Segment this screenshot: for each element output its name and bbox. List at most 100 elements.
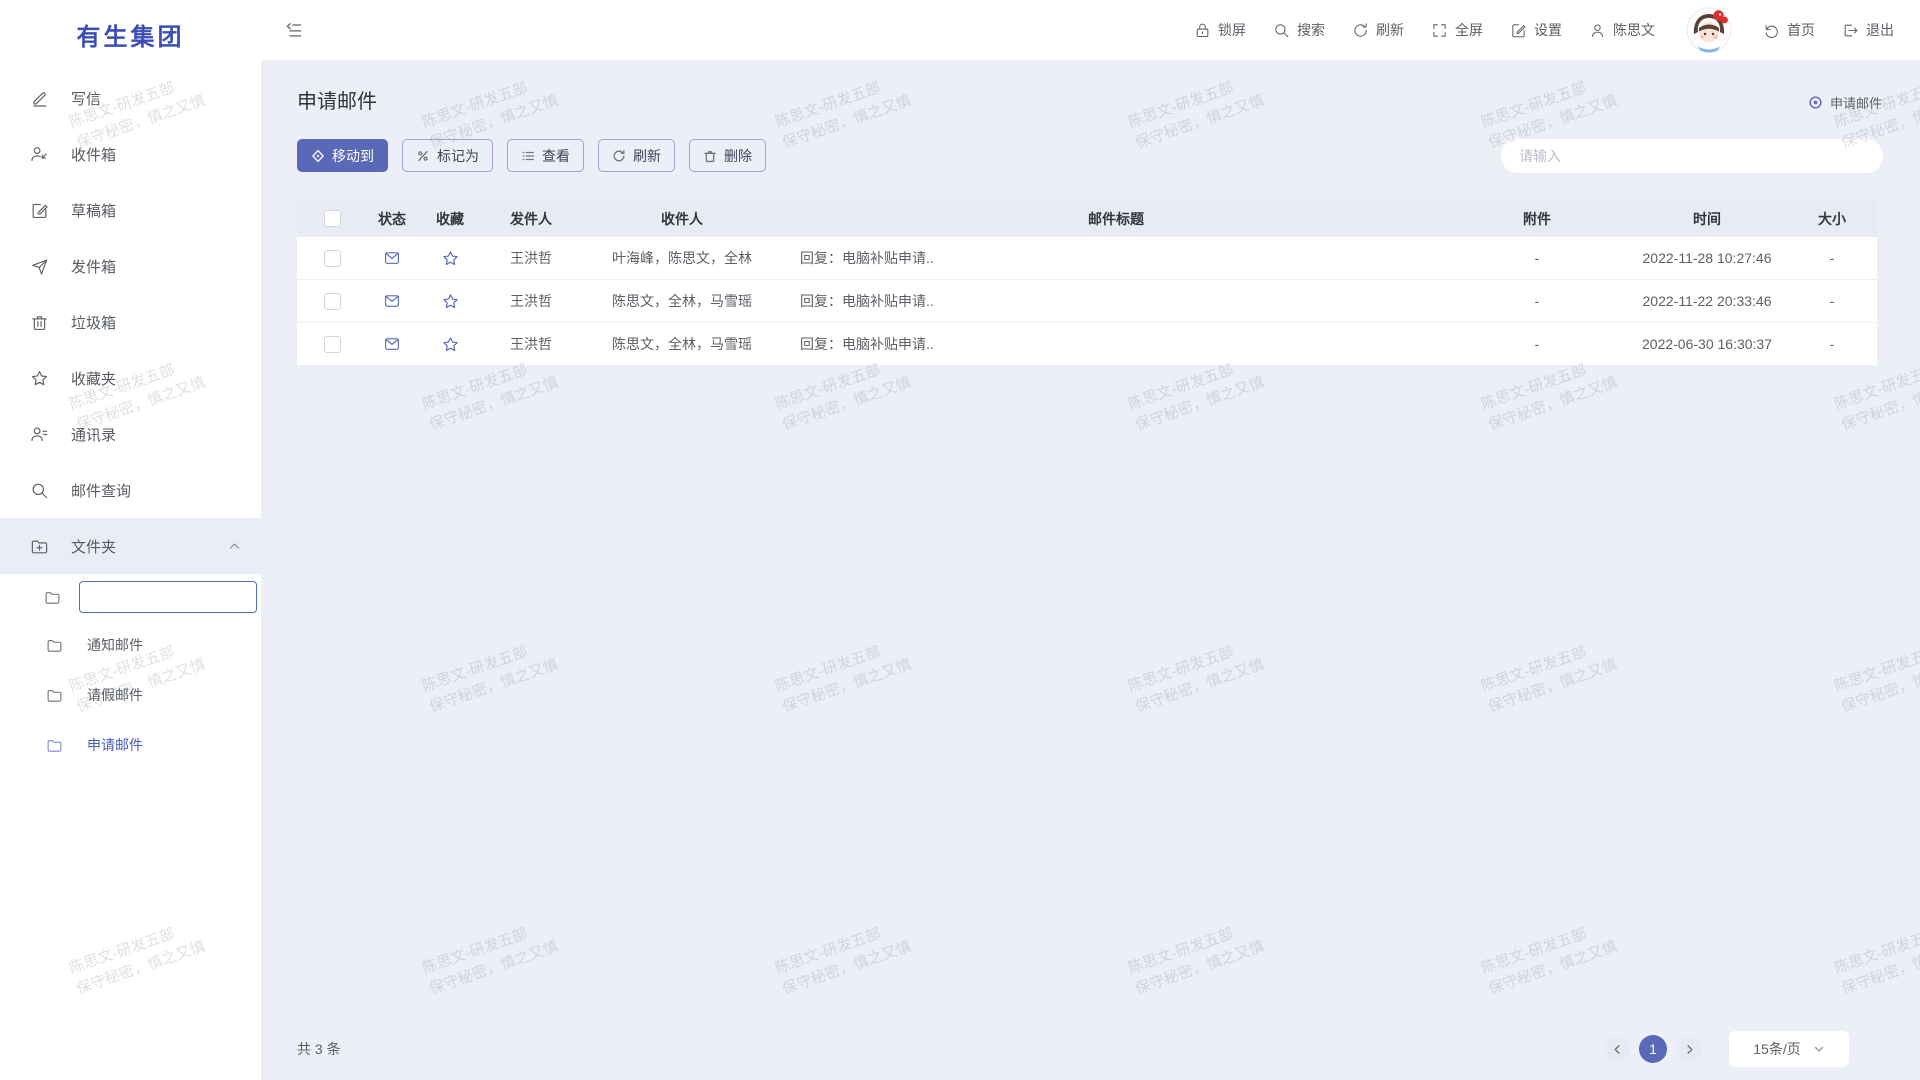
folder-icon <box>46 687 63 704</box>
topbar-actions: 锁屏 搜索 刷新 全屏 设置 陈思文 <box>1194 7 1920 53</box>
lock-screen-label: 锁屏 <box>1218 20 1246 40</box>
global-search-label: 搜索 <box>1297 20 1325 40</box>
current-user[interactable]: 陈思文 <box>1589 20 1655 40</box>
refresh-button[interactable]: 刷新 <box>1352 20 1404 40</box>
sidebar-nav: 写信 收件箱 草稿箱 发件箱 垃圾箱 收藏夹 <box>0 70 261 770</box>
table-header: 状态 收藏 发件人 收件人 邮件标题 附件 时间 大小 <box>297 200 1877 237</box>
settings-label: 设置 <box>1534 20 1562 40</box>
favorite-star-icon[interactable] <box>441 249 460 268</box>
page-size-select[interactable]: 15条/页 <box>1729 1031 1849 1067</box>
folder-icon <box>44 589 61 606</box>
search-icon <box>1273 22 1290 39</box>
breadcrumb: 申请邮件 <box>1808 93 1882 112</box>
cell-size: - <box>1787 250 1877 266</box>
sidebar-item-drafts[interactable]: 草稿箱 <box>0 182 261 238</box>
table-row[interactable]: 王洪哲 叶海峰，陈思文，全林 回复：电脑补贴申请.. - 2022-11-28 … <box>297 237 1877 280</box>
refresh-label: 刷新 <box>1376 20 1404 40</box>
sidebar-item-folders[interactable]: 文件夹 <box>0 518 261 574</box>
view-button[interactable]: 查看 <box>507 139 584 172</box>
user-icon <box>1589 22 1606 39</box>
table-row[interactable]: 王洪哲 陈思文，全林，马雪瑶 回复：电脑补贴申请.. - 2022-11-22 … <box>297 280 1877 323</box>
logout-button[interactable]: 退出 <box>1842 20 1894 40</box>
col-favorite: 收藏 <box>417 209 483 229</box>
chevron-down-icon <box>1813 1043 1825 1055</box>
refresh-list-label: 刷新 <box>633 146 661 166</box>
next-page-button[interactable] <box>1676 1036 1702 1062</box>
cell-subject: 回复：电脑补贴申请.. <box>785 248 1447 268</box>
page-number[interactable]: 1 <box>1639 1035 1667 1063</box>
cell-time: 2022-06-30 16:30:37 <box>1627 336 1787 352</box>
breadcrumb-label: 申请邮件 <box>1830 93 1882 112</box>
inbox-person-icon <box>30 145 49 164</box>
favorite-star-icon[interactable] <box>441 292 460 311</box>
folder-icon <box>46 737 63 754</box>
global-search-button[interactable]: 搜索 <box>1273 20 1325 40</box>
sidebar-item-label: 文件夹 <box>71 536 116 557</box>
topbar: 锁屏 搜索 刷新 全屏 设置 陈思文 <box>261 0 1920 60</box>
cell-sender: 王洪哲 <box>483 334 579 354</box>
sidebar-item-contacts[interactable]: 通讯录 <box>0 406 261 462</box>
cell-subject: 回复：电脑补贴申请.. <box>785 334 1447 354</box>
col-subject: 邮件标题 <box>785 209 1447 229</box>
home-button[interactable]: 首页 <box>1763 20 1815 40</box>
row-checkbox[interactable] <box>324 250 341 267</box>
cell-sender: 王洪哲 <box>483 291 579 311</box>
sidebar-item-sent[interactable]: 发件箱 <box>0 238 261 294</box>
refresh-icon <box>1352 22 1369 39</box>
table-row[interactable]: 王洪哲 陈思文，全林，马雪瑶 回复：电脑补贴申请.. - 2022-06-30 … <box>297 323 1877 366</box>
home-label: 首页 <box>1787 20 1815 40</box>
mail-read-icon <box>383 335 401 353</box>
refresh-list-button[interactable]: 刷新 <box>598 139 675 172</box>
list-footer: 共 3 条 1 15条/页 <box>297 1030 1849 1068</box>
cell-recipients: 陈思文，全林，马雪瑶 <box>579 291 785 311</box>
mark-as-button[interactable]: 标记为 <box>402 139 493 172</box>
new-folder-row <box>0 574 261 620</box>
move-to-button[interactable]: 移动到 <box>297 139 388 172</box>
main-content: 申请邮件 申请邮件 移动到 标记为 查看 刷新 <box>261 60 1920 1080</box>
move-to-label: 移动到 <box>332 146 374 166</box>
sidebar-item-label: 收藏夹 <box>71 368 116 389</box>
fullscreen-label: 全屏 <box>1455 20 1483 40</box>
send-icon <box>30 257 49 276</box>
back-home-icon <box>1763 22 1780 39</box>
select-all-checkbox[interactable] <box>324 210 341 227</box>
mail-table: 状态 收藏 发件人 收件人 邮件标题 附件 时间 大小 王洪哲 叶海峰，陈思文，… <box>297 200 1877 366</box>
mail-read-icon <box>383 292 401 310</box>
row-checkbox[interactable] <box>324 293 341 310</box>
sidebar-item-label: 写信 <box>71 88 101 109</box>
sidebar-folder-application[interactable]: 申请邮件 <box>0 720 261 770</box>
favorite-star-icon[interactable] <box>441 335 460 354</box>
sidebar-item-compose[interactable]: 写信 <box>0 70 261 126</box>
cell-recipients: 叶海峰，陈思文，全林 <box>579 248 785 268</box>
mark-as-label: 标记为 <box>437 146 479 166</box>
sidebar-folder-notice[interactable]: 通知邮件 <box>0 620 261 670</box>
cell-size: - <box>1787 336 1877 352</box>
trash-icon <box>703 149 717 163</box>
pencil-icon <box>30 89 49 108</box>
folder-add-icon <box>30 537 49 556</box>
new-folder-input[interactable] <box>79 581 257 613</box>
mark-icon <box>416 149 430 163</box>
delete-button[interactable]: 删除 <box>689 139 766 172</box>
prev-page-button[interactable] <box>1604 1036 1630 1062</box>
list-search-input[interactable] <box>1517 147 1867 165</box>
menu-fold-icon[interactable] <box>284 20 304 40</box>
col-time: 时间 <box>1627 209 1787 229</box>
col-attachment: 附件 <box>1447 209 1627 229</box>
list-search-box <box>1501 139 1883 173</box>
settings-button[interactable]: 设置 <box>1510 20 1562 40</box>
sidebar-item-favorites[interactable]: 收藏夹 <box>0 350 261 406</box>
sidebar-folder-leave[interactable]: 请假邮件 <box>0 670 261 720</box>
sidebar-item-trash[interactable]: 垃圾箱 <box>0 294 261 350</box>
row-checkbox[interactable] <box>324 336 341 353</box>
brand-logo: 有生集团 <box>0 0 261 52</box>
sidebar-item-label: 垃圾箱 <box>71 312 116 333</box>
folder-label: 申请邮件 <box>87 735 143 755</box>
draft-icon <box>30 201 49 220</box>
lock-screen-button[interactable]: 锁屏 <box>1194 20 1246 40</box>
sidebar-item-inbox[interactable]: 收件箱 <box>0 126 261 182</box>
sidebar: 有生集团 写信 收件箱 草稿箱 发件箱 垃圾箱 <box>0 0 261 1080</box>
fullscreen-button[interactable]: 全屏 <box>1431 20 1483 40</box>
avatar[interactable] <box>1686 7 1732 53</box>
sidebar-item-mail-search[interactable]: 邮件查询 <box>0 462 261 518</box>
